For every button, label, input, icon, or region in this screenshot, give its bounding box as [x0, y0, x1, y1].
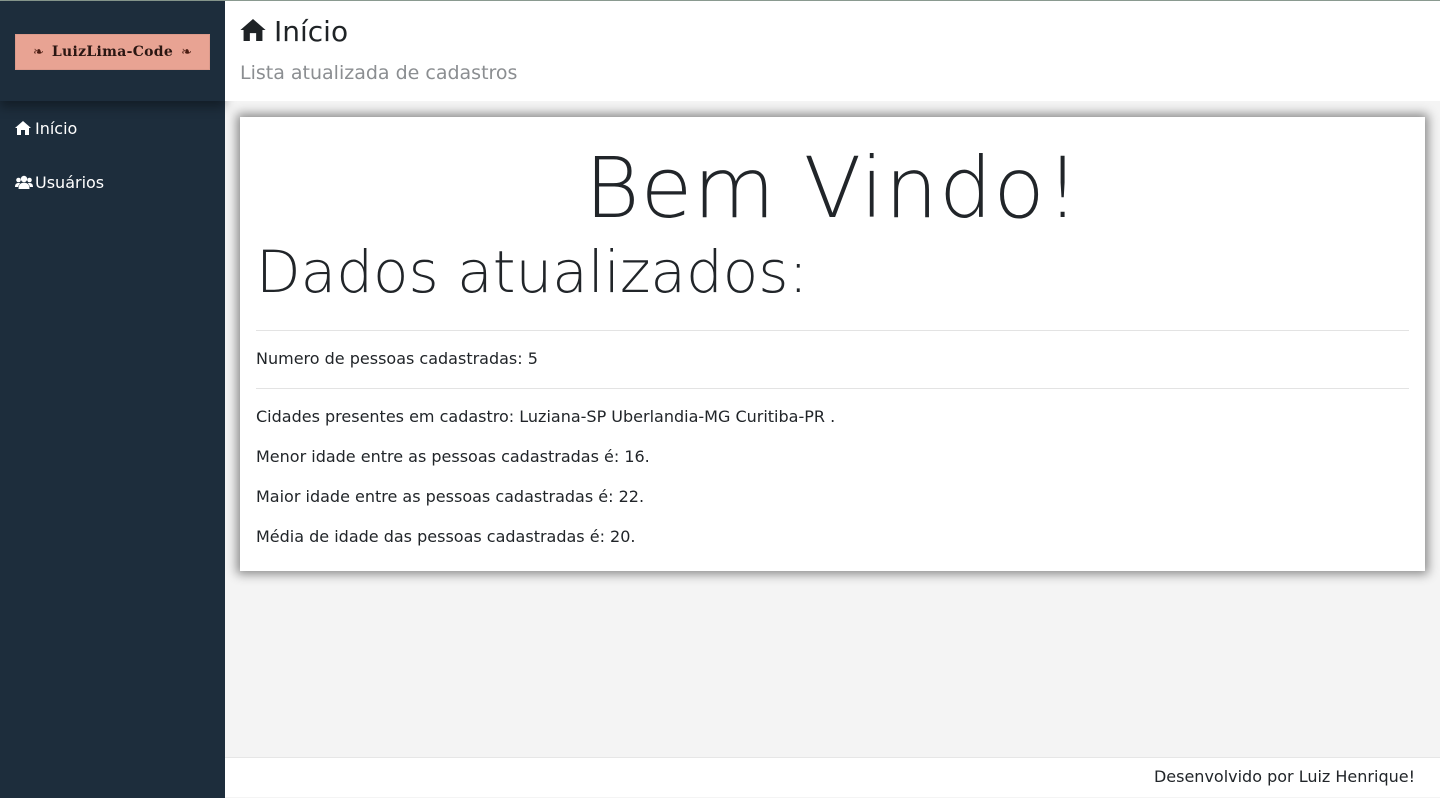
welcome-heading: Bem Vindo! [584, 139, 1081, 237]
min-age-text: Menor idade entre as pessoas cadastradas… [256, 447, 650, 466]
home-icon [15, 120, 33, 136]
page-footer: Desenvolvido por Luiz Henrique! [225, 757, 1440, 797]
sidebar: ❧ LuizLima-Code ❧ Início Usuários [0, 1, 225, 798]
brand-logo[interactable]: ❧ LuizLima-Code ❧ [15, 34, 210, 70]
people-count-text: Numero de pessoas cadastradas: 5 [256, 349, 538, 368]
page-header: Início Lista atualizada de cadastros [225, 1, 1440, 101]
page-subtitle: Lista atualizada de cadastros [240, 62, 518, 84]
logo-area: ❧ LuizLima-Code ❧ [0, 1, 225, 101]
dashboard-card: Bem Vindo! Dados atualizados: Numero de … [240, 117, 1425, 571]
sidebar-nav: Início Usuários [0, 101, 225, 209]
max-age-text: Maior idade entre as pessoas cadastradas… [256, 487, 645, 506]
section-title: Dados atualizados: [256, 238, 809, 306]
page-title: Início [240, 15, 348, 48]
logo-text: LuizLima-Code [51, 44, 174, 60]
footer-credit: Desenvolvido por Luiz Henrique! [1153, 767, 1415, 786]
sidebar-item-usuarios[interactable]: Usuários [0, 155, 225, 209]
sidebar-item-label: Usuários [35, 172, 105, 192]
app-root: ❧ LuizLima-Code ❧ Início Usuários Início… [0, 0, 1440, 798]
sidebar-item-inicio[interactable]: Início [0, 101, 225, 155]
users-icon [15, 174, 33, 190]
logo-ornament-right-icon: ❧ [181, 44, 193, 60]
avg-age-text: Média de idade das pessoas cadastradas é… [256, 527, 636, 546]
stats-list: Cidades presentes em cadastro: Luziana-S… [256, 389, 1409, 549]
sidebar-item-label: Início [35, 118, 78, 138]
page-title-text: Início [274, 15, 349, 48]
logo-ornament-left-icon: ❧ [32, 44, 44, 60]
cities-text: Cidades presentes em cadastro: Luziana-S… [256, 407, 836, 426]
home-icon [240, 15, 266, 48]
